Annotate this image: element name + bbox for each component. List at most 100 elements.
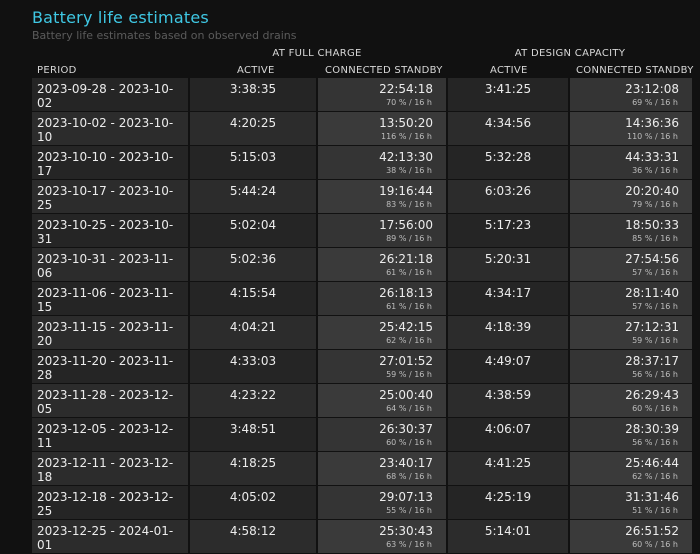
full-standby-cell-value: 42:13:30 [379,150,433,164]
full-standby-cell-value: 13:50:20 [379,116,433,130]
table-row: 2023-11-20 - 2023-11-28 4:33:03 27:01:52 59… [32,350,692,383]
design-standby-cell: 20:20:40 79 % / 16 h [570,180,692,213]
table-row: 2023-10-25 - 2023-10-31 5:02:04 17:56:00 89… [32,214,692,247]
full-active-cell-value: 5:02:04 [229,218,277,232]
full-standby-cell: 25:00:40 64 % / 16 h [318,384,446,417]
table-row: 2023-10-10 - 2023-10-17 5:15:03 42:13:30 38… [32,146,692,179]
design-standby-cell-value: 25:46:44 [625,456,679,470]
column-header-design-active: ACTIVE [490,65,528,76]
period-cell: 2023-12-05 - 2023-12-11 [32,418,188,451]
design-standby-cell: 25:46:44 62 % / 16 h [570,452,692,485]
full-active-cell: 4:23:22 [190,384,316,417]
design-standby-cell-detail: 60 % / 16 h [632,404,678,413]
full-standby-cell: 25:42:15 62 % / 16 h [318,316,446,349]
full-standby-cell-value: 23:40:17 [379,456,433,470]
period-cell-value: 2023-10-25 - 2023-10-31 [37,218,174,246]
table-row: 2023-10-17 - 2023-10-25 5:44:24 19:16:44 83… [32,180,692,213]
design-active-cell: 4:41:25 [448,452,568,485]
full-active-cell-value: 5:15:03 [229,150,277,164]
design-active-cell-value: 4:25:19 [484,490,532,504]
full-standby-cell: 26:30:37 60 % / 16 h [318,418,446,451]
period-cell: 2023-12-11 - 2023-12-18 [32,452,188,485]
full-standby-cell-detail: 116 % / 16 h [381,132,432,141]
full-standby-cell-value: 26:30:37 [379,422,433,436]
full-standby-cell-value: 25:30:43 [379,524,433,538]
design-active-cell: 3:41:25 [448,78,568,111]
full-standby-cell-detail: 60 % / 16 h [386,438,432,447]
design-active-cell-value: 4:49:07 [484,354,532,368]
full-active-cell-value: 4:15:54 [229,286,277,300]
design-standby-cell: 14:36:36 110 % / 16 h [570,112,692,145]
full-standby-cell: 23:40:17 68 % / 16 h [318,452,446,485]
full-standby-cell: 13:50:20 116 % / 16 h [318,112,446,145]
design-active-cell-value: 4:34:56 [484,116,532,130]
full-active-cell-value: 5:02:36 [229,252,277,266]
full-active-cell-value: 4:18:25 [229,456,277,470]
full-standby-cell-detail: 68 % / 16 h [386,472,432,481]
full-standby-cell-value: 22:54:18 [379,82,433,96]
column-header-period: PERIOD [37,65,77,76]
design-standby-cell: 44:33:31 36 % / 16 h [570,146,692,179]
period-cell: 2023-12-25 - 2024-01-01 [32,520,188,553]
full-active-cell: 4:20:25 [190,112,316,145]
full-active-cell-value: 4:33:03 [229,354,277,368]
design-active-cell: 4:25:19 [448,486,568,519]
group-header-full-charge: AT FULL CHARGE [272,48,362,59]
full-active-cell: 5:44:24 [190,180,316,213]
period-cell-value: 2023-09-28 - 2023-10-02 [37,82,174,110]
design-active-cell: 4:18:39 [448,316,568,349]
design-standby-cell-detail: 51 % / 16 h [632,506,678,515]
full-standby-cell: 29:07:13 55 % / 16 h [318,486,446,519]
full-active-cell: 4:33:03 [190,350,316,383]
period-cell-value: 2023-10-31 - 2023-11-06 [37,252,174,280]
full-active-cell-value: 5:44:24 [229,184,277,198]
period-cell: 2023-11-20 - 2023-11-28 [32,350,188,383]
table-row: 2023-12-18 - 2023-12-25 4:05:02 29:07:13 55… [32,486,692,519]
battery-estimates-table: 2023-09-28 - 2023-10-02 3:38:35 22:54:18 70… [32,78,692,554]
full-standby-cell: 22:54:18 70 % / 16 h [318,78,446,111]
design-active-cell: 4:49:07 [448,350,568,383]
design-active-cell: 5:32:28 [448,146,568,179]
design-standby-cell-value: 23:12:08 [625,82,679,96]
full-standby-cell-value: 26:18:13 [379,286,433,300]
design-standby-cell-value: 27:12:31 [625,320,679,334]
period-cell: 2023-10-10 - 2023-10-17 [32,146,188,179]
full-active-cell: 4:58:12 [190,520,316,553]
design-standby-cell-detail: 110 % / 16 h [627,132,678,141]
group-header-design-capacity: AT DESIGN CAPACITY [514,48,626,59]
design-standby-cell: 31:31:46 51 % / 16 h [570,486,692,519]
page-title: Battery life estimates [32,8,209,27]
full-standby-cell-value: 17:56:00 [379,218,433,232]
period-cell: 2023-10-31 - 2023-11-06 [32,248,188,281]
full-standby-cell-detail: 63 % / 16 h [386,540,432,549]
table-row: 2023-10-02 - 2023-10-10 4:20:25 13:50:20 11… [32,112,692,145]
table-row: 2023-10-31 - 2023-11-06 5:02:36 26:21:18 61… [32,248,692,281]
design-standby-cell-value: 14:36:36 [625,116,679,130]
period-cell-value: 2023-12-11 - 2023-12-18 [37,456,174,484]
design-standby-cell-detail: 79 % / 16 h [632,200,678,209]
period-cell-value: 2023-11-15 - 2023-11-20 [37,320,174,348]
design-standby-cell: 28:30:39 56 % / 16 h [570,418,692,451]
full-active-cell-value: 4:04:21 [229,320,277,334]
full-standby-cell-value: 25:00:40 [379,388,433,402]
design-active-cell-value: 4:06:07 [484,422,532,436]
table-row: 2023-12-11 - 2023-12-18 4:18:25 23:40:17 68… [32,452,692,485]
full-standby-cell: 19:16:44 83 % / 16 h [318,180,446,213]
design-active-cell-value: 5:32:28 [484,150,532,164]
design-standby-cell-detail: 57 % / 16 h [632,302,678,311]
design-active-cell: 5:14:01 [448,520,568,553]
design-standby-cell-detail: 60 % / 16 h [632,540,678,549]
full-active-cell-value: 3:38:35 [229,82,277,96]
period-cell: 2023-10-17 - 2023-10-25 [32,180,188,213]
design-active-cell: 4:34:17 [448,282,568,315]
period-cell-value: 2023-12-25 - 2024-01-01 [37,524,174,552]
period-cell-value: 2023-11-20 - 2023-11-28 [37,354,174,382]
full-standby-cell-detail: 83 % / 16 h [386,200,432,209]
design-active-cell: 4:38:59 [448,384,568,417]
design-standby-cell-detail: 36 % / 16 h [632,166,678,175]
table-row: 2023-12-25 - 2024-01-01 4:58:12 25:30:43 63… [32,520,692,553]
period-cell-value: 2023-10-10 - 2023-10-17 [37,150,174,178]
design-active-cell-value: 5:14:01 [484,524,532,538]
period-cell: 2023-11-06 - 2023-11-15 [32,282,188,315]
design-standby-cell-value: 31:31:46 [625,490,679,504]
